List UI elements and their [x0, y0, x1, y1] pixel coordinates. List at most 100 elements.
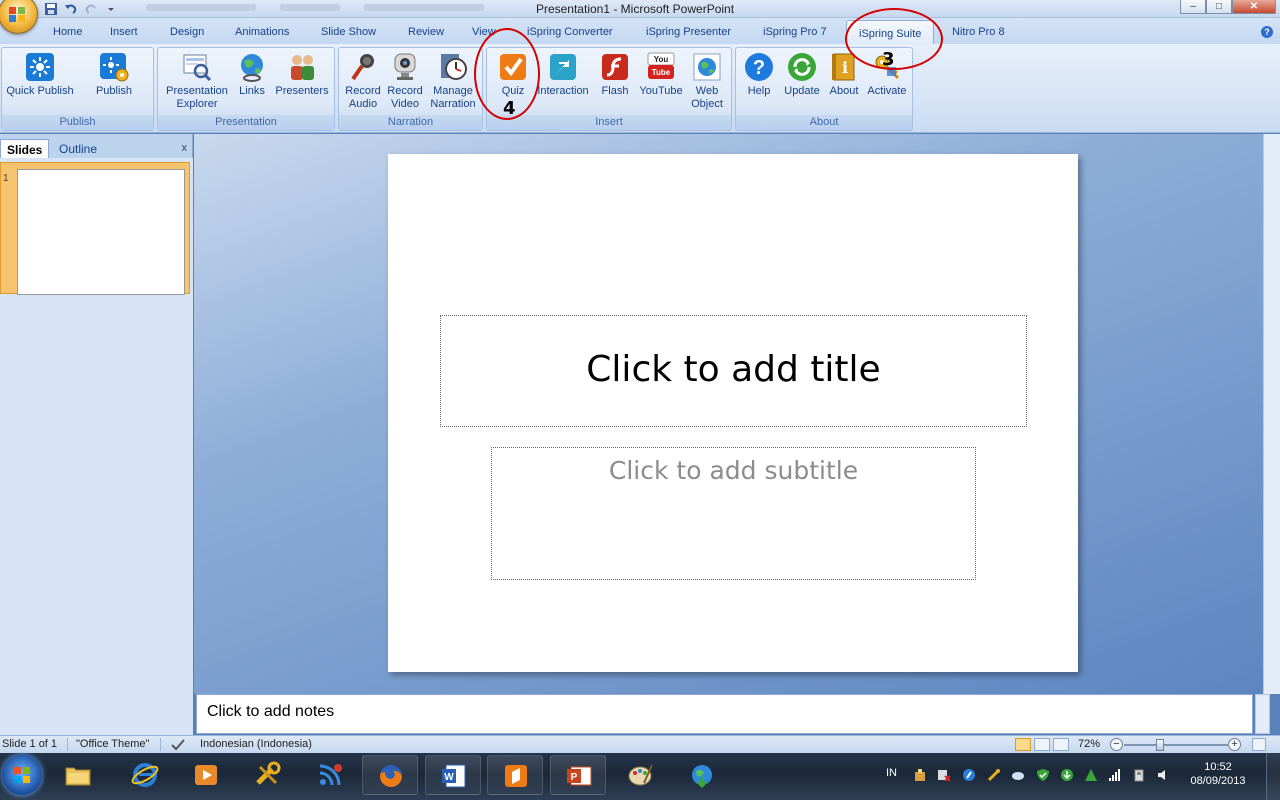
tab-outline[interactable]: Outline: [53, 139, 103, 158]
pane-tabs: Slides Outline x: [0, 137, 193, 158]
title-placeholder[interactable]: Click to add title: [440, 315, 1027, 427]
slide-canvas[interactable]: Click to add title Click to add subtitle: [388, 154, 1078, 672]
presenters-button[interactable]: Presenters: [272, 51, 332, 98]
tray-triangle-icon[interactable]: [1084, 768, 1098, 782]
show-desktop-button[interactable]: [1266, 753, 1280, 800]
word-icon: W: [442, 764, 466, 788]
tray-blocked-icon[interactable]: [937, 768, 951, 782]
help-question-icon: ?: [743, 51, 775, 83]
presenters-label: Presenters: [275, 85, 329, 97]
close-pane-icon[interactable]: x: [182, 142, 188, 154]
tab-ispring-presenter[interactable]: iSpring Presenter: [646, 26, 731, 38]
manage-narration-label: Manage Narration: [430, 85, 476, 110]
record-audio-button[interactable]: Record Audio: [342, 51, 384, 111]
tray-safely-remove-icon[interactable]: [1132, 768, 1146, 782]
zoom-level[interactable]: 72%: [1078, 738, 1100, 750]
taskbar-explorer[interactable]: [50, 755, 106, 795]
spellcheck-icon[interactable]: [170, 738, 186, 754]
manage-narration-button[interactable]: Manage Narration: [426, 51, 480, 111]
record-video-button[interactable]: Record Video: [384, 51, 426, 111]
quick-publish-button[interactable]: Quick Publish: [4, 51, 76, 98]
tray-network-bars-icon[interactable]: [1108, 768, 1122, 782]
web-object-button[interactable]: Web Object: [686, 51, 728, 111]
tab-nitro-pro-8[interactable]: Nitro Pro 8: [952, 26, 1005, 38]
slide-thumbnail-selected[interactable]: 1: [0, 162, 190, 295]
tray-package-icon[interactable]: [913, 768, 927, 782]
taskbar-word[interactable]: W: [425, 755, 481, 795]
tray-update-icon[interactable]: [1060, 768, 1074, 782]
tab-animations[interactable]: Animations: [235, 26, 289, 38]
links-button[interactable]: Links: [232, 51, 272, 98]
tab-insert[interactable]: Insert: [110, 26, 138, 38]
taskbar-download-manager[interactable]: [674, 755, 730, 795]
slide-show-view-icon[interactable]: [1053, 738, 1069, 751]
taskbar-paint[interactable]: [612, 755, 668, 795]
taskbar-powerpoint[interactable]: P: [550, 755, 606, 795]
maximize-button[interactable]: □: [1206, 0, 1232, 14]
tray-tools-icon[interactable]: [987, 768, 1001, 782]
tab-ispring-pro-7[interactable]: iSpring Pro 7: [763, 26, 827, 38]
notes-pane[interactable]: Click to add notes: [196, 694, 1253, 734]
slide-sorter-view-icon[interactable]: [1034, 738, 1050, 751]
flash-icon: [599, 51, 631, 83]
about-label: About: [829, 85, 859, 97]
internet-explorer-icon: [131, 763, 159, 787]
tab-home[interactable]: Home: [53, 26, 82, 38]
interaction-button[interactable]: Interaction: [534, 51, 592, 98]
zoom-out-button[interactable]: −: [1110, 738, 1123, 751]
slides-pane: Slides Outline x 1: [0, 134, 193, 735]
svg-text:You: You: [654, 55, 669, 64]
links-label: Links: [239, 85, 265, 97]
svg-text:P: P: [571, 772, 578, 783]
zoom-slider-thumb[interactable]: [1156, 739, 1164, 751]
media-player-icon: [195, 765, 217, 785]
tab-design[interactable]: Design: [170, 26, 204, 38]
youtube-button[interactable]: You Tube YouTube: [635, 51, 687, 98]
tray-language[interactable]: IN: [886, 767, 897, 779]
taskbar-media-player[interactable]: [178, 755, 234, 795]
presenters-icon: [286, 51, 318, 83]
start-button[interactable]: [2, 755, 42, 795]
taskbar-clock[interactable]: 10:52 08/09/2013: [1188, 760, 1248, 788]
help-button[interactable]: ? Help: [739, 51, 779, 98]
tray-speed-icon[interactable]: [962, 768, 976, 782]
webcam-icon: [389, 51, 421, 83]
tray-shield-icon[interactable]: [1036, 768, 1050, 782]
tray-volume-icon[interactable]: [1156, 768, 1170, 782]
taskbar-internet-explorer[interactable]: [117, 755, 173, 795]
tab-slide-show[interactable]: Slide Show: [321, 26, 376, 38]
normal-view-icon[interactable]: [1015, 738, 1031, 751]
slide-thumbnail[interactable]: [17, 169, 185, 295]
window-title: Presentation1 - Microsoft PowerPoint: [535, 2, 735, 16]
zoom-in-button[interactable]: +: [1228, 738, 1241, 751]
rss-network-icon: [319, 764, 342, 786]
taskbar-network-app[interactable]: [302, 755, 358, 795]
close-button[interactable]: ✕: [1232, 0, 1276, 14]
ribbon: Quick Publish Publish Publish Presentati…: [0, 44, 1280, 133]
quick-publish-label: Quick Publish: [6, 85, 74, 97]
notes-scrollbar[interactable]: [1255, 694, 1270, 734]
taskbar-ispring[interactable]: [487, 755, 543, 795]
fit-to-window-icon[interactable]: [1252, 738, 1266, 751]
flash-button[interactable]: Flash: [595, 51, 635, 98]
svg-text:i: i: [842, 58, 848, 77]
tools-icon: [256, 761, 281, 785]
slide-thumbnails: 1: [0, 158, 193, 735]
language-indicator[interactable]: Indonesian (Indonesia): [200, 738, 312, 750]
publish-button[interactable]: Publish: [88, 51, 140, 98]
taskbar-app-tools[interactable]: [240, 755, 296, 795]
zoom-slider[interactable]: [1124, 744, 1228, 746]
group-about-label: About: [736, 115, 912, 130]
help-icon[interactable]: ?: [1261, 26, 1273, 38]
minimize-button[interactable]: –: [1180, 0, 1206, 14]
tab-review[interactable]: Review: [408, 26, 444, 38]
tray-cloud-icon[interactable]: [1011, 768, 1025, 782]
subtitle-placeholder[interactable]: Click to add subtitle: [491, 447, 976, 580]
tab-slides[interactable]: Slides: [0, 139, 50, 158]
vertical-scrollbar[interactable]: [1263, 134, 1280, 694]
folder-icon: [65, 767, 91, 786]
taskbar-firefox[interactable]: [362, 755, 418, 795]
tab-ispring-converter[interactable]: iSpring Converter: [527, 26, 613, 38]
update-button[interactable]: Update: [780, 51, 824, 98]
presentation-explorer-button[interactable]: Presentation Explorer: [161, 51, 233, 111]
